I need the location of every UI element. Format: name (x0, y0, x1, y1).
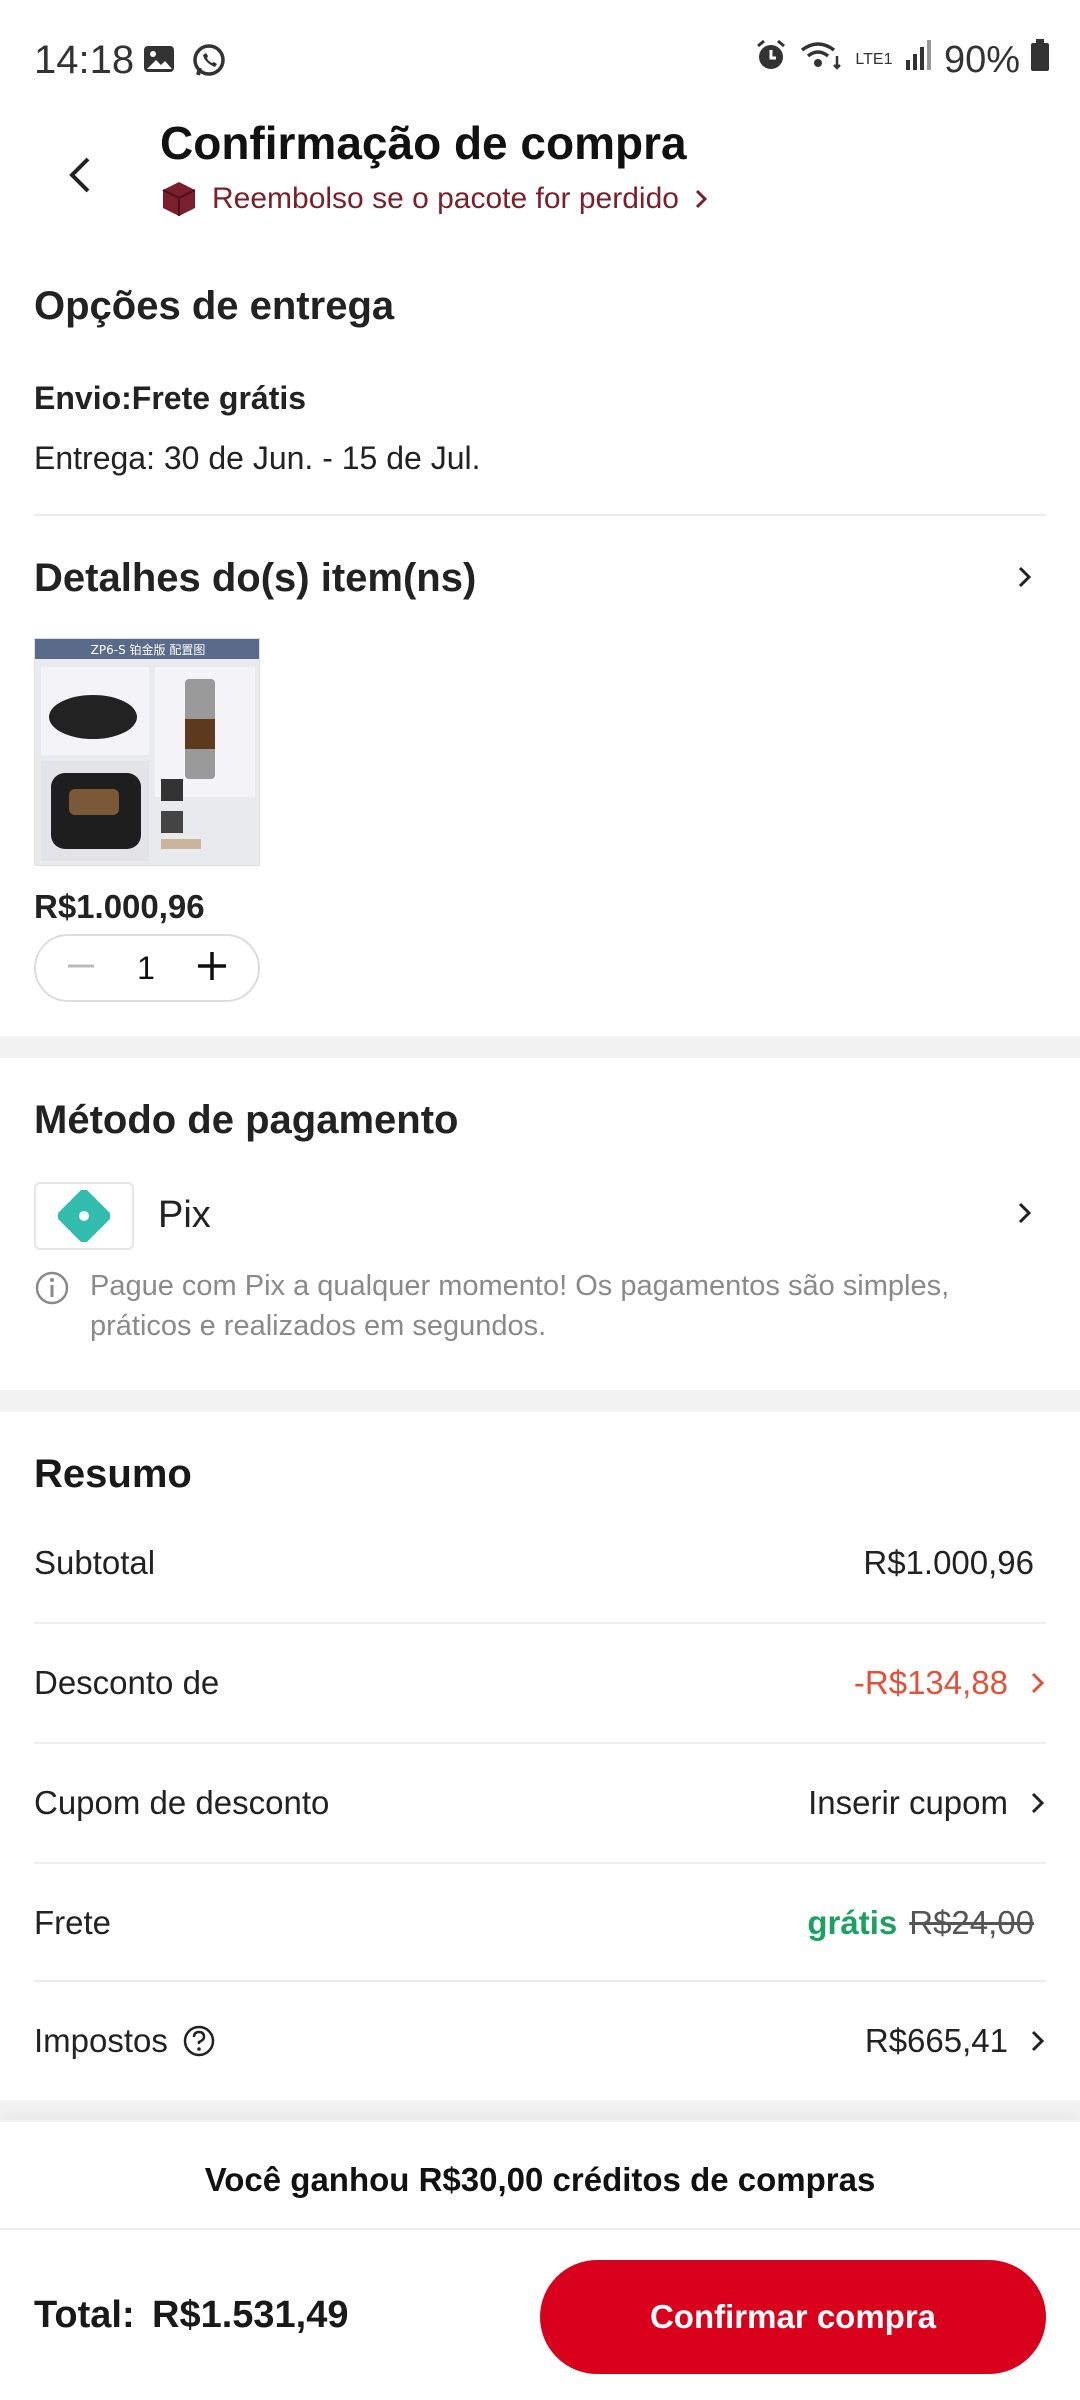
product-price: R$1.000,96 (34, 888, 205, 925)
wifi-icon (798, 38, 844, 82)
divider (34, 514, 1046, 516)
section-separator (0, 1036, 1080, 1058)
item-details-row[interactable]: Detalhes do(s) item(ns) (0, 540, 1080, 620)
increase-button[interactable] (196, 950, 228, 987)
coupon-value: Inserir cupom (808, 1784, 1008, 1821)
pix-icon (58, 1190, 110, 1242)
plus-icon (197, 951, 226, 980)
shipping-label: Frete (34, 1904, 112, 1941)
whatsapp-icon (190, 42, 228, 85)
total-label: Total: (34, 2294, 135, 2336)
package-icon (162, 182, 196, 216)
quantity-stepper: 1 (34, 934, 260, 1002)
section-separator (0, 2100, 1080, 2122)
chevron-right-icon (1031, 1792, 1045, 1814)
pix-logo (34, 1182, 134, 1250)
battery-percent: 90% (943, 38, 1020, 81)
decrease-button[interactable] (66, 951, 96, 986)
checkout-footer: Total: R$1.531,49 Confirmar compra (0, 2228, 1080, 2400)
tax-value: R$665,41 (864, 2022, 1008, 2059)
alarm-icon (754, 38, 788, 82)
back-button[interactable] (50, 140, 110, 210)
product-image-caption: ZP6-S 铂金版 配置图 (91, 642, 206, 657)
chevron-right-icon (1031, 1672, 1045, 1694)
refund-text: Reembolso se o pacote for perdido (212, 182, 679, 215)
payment-info-text: Pague com Pix a qualquer momento! Os pag… (90, 1270, 950, 1342)
volte-icon: LTE1 (855, 51, 893, 68)
items-title: Detalhes do(s) item(ns) (34, 556, 477, 600)
minus-icon (68, 964, 94, 967)
total-value: R$1.531,49 (152, 2294, 349, 2336)
page-title: Confirmação de compra (160, 117, 687, 169)
back-arrow-icon (69, 157, 90, 193)
gallery-icon (142, 42, 176, 85)
product-image[interactable]: ZP6-S 铂金版 配置图 (34, 638, 260, 866)
discount-value: -R$134,88 (853, 1664, 1008, 1701)
discount-row[interactable]: Desconto de -R$134,88 (34, 1624, 1046, 1742)
summary-title: Resumo (34, 1452, 192, 1496)
confirm-purchase-button[interactable]: Confirmar compra (540, 2260, 1046, 2374)
tax-row[interactable]: Impostos R$665,41 (34, 1982, 1046, 2100)
subtotal-label: Subtotal (34, 1544, 156, 1581)
header: Confirmação de compra Reembolso se o pac… (0, 110, 1080, 240)
shipping-free: grátis (807, 1904, 898, 1941)
refund-link[interactable]: Reembolso se o pacote for perdido (160, 180, 709, 218)
quantity-value[interactable]: 1 (137, 950, 155, 987)
chevron-right-icon (695, 189, 708, 209)
status-time: 14:18 (34, 38, 135, 82)
info-icon (35, 1271, 69, 1305)
chevron-right-icon (1031, 2030, 1045, 2052)
signal-icon (904, 38, 934, 82)
chevron-right-icon (1010, 1198, 1040, 1228)
payment-info: Pague com Pix a qualquer momento! Os pag… (34, 1266, 1034, 1346)
tax-label: Impostos (34, 2022, 168, 2059)
payment-method-label: Pix (158, 1194, 211, 1236)
subtotal-row: Subtotal R$1.000,96 (34, 1504, 1046, 1622)
coupon-label: Cupom de desconto (34, 1784, 330, 1821)
shipping-method: Envio:Frete grátis (34, 380, 307, 416)
help-icon[interactable] (182, 2024, 216, 2058)
status-bar: 14:18 LTE1 90% (0, 0, 1080, 120)
shipping-old-price: R$24,00 (909, 1904, 1034, 1941)
coupon-row[interactable]: Cupom de desconto Inserir cupom (34, 1744, 1046, 1862)
payment-title: Método de pagamento (34, 1098, 459, 1142)
subtotal-value: R$1.000,96 (863, 1544, 1034, 1581)
discount-label: Desconto de (34, 1664, 220, 1701)
credits-banner: Você ganhou R$30,00 créditos de compras (0, 2120, 1080, 2240)
delivery-eta: Entrega: 30 de Jun. - 15 de Jul. (34, 440, 481, 476)
battery-icon (1030, 38, 1050, 82)
section-separator (0, 1390, 1080, 1412)
shipping-row: Frete grátis R$24,00 (34, 1864, 1046, 1982)
chevron-right-icon (1010, 562, 1040, 592)
delivery-title: Opções de entrega (34, 284, 395, 328)
